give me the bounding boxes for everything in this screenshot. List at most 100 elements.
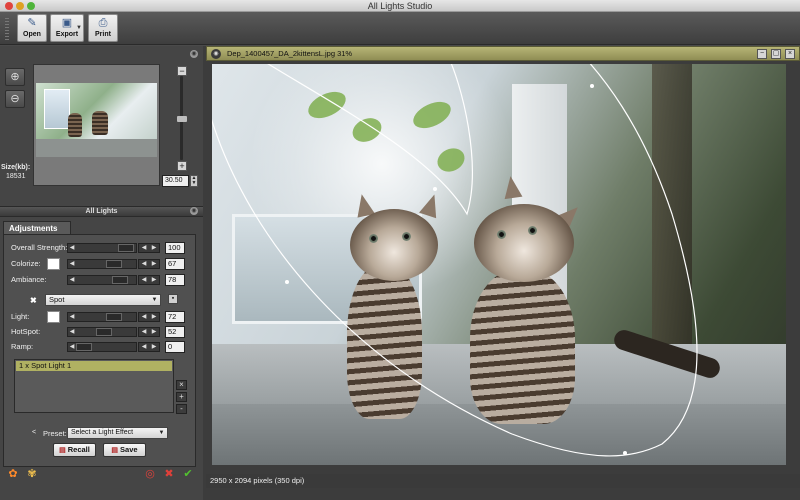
colorize-label: Colorize: bbox=[11, 259, 41, 268]
open-button[interactable]: ✎ Open bbox=[17, 14, 47, 42]
zoom-slider[interactable] bbox=[177, 64, 187, 174]
cancel-icon[interactable]: ✖ bbox=[162, 467, 176, 481]
overall-strength-stepper[interactable]: ◀ ▶ bbox=[138, 243, 160, 253]
export-button[interactable]: ▣ Export ▼ bbox=[50, 14, 84, 42]
minimize-doc-button[interactable]: − bbox=[757, 49, 767, 59]
light-label: Light: bbox=[11, 312, 30, 321]
hotspot-stepper[interactable]: ◀ ▶ bbox=[138, 327, 160, 337]
slider-thumb[interactable] bbox=[112, 276, 128, 284]
toolbar-grip bbox=[5, 18, 9, 40]
save-button[interactable]: ▤ Save bbox=[103, 443, 146, 457]
preset-label: Preset: bbox=[43, 429, 67, 438]
light-stepper[interactable]: ◀ ▶ bbox=[138, 312, 160, 322]
curve-handle[interactable] bbox=[285, 280, 289, 284]
chevron-right-icon[interactable]: ▶ bbox=[149, 260, 159, 268]
chevron-left-icon[interactable]: ◀ bbox=[139, 260, 149, 268]
reset-icon[interactable]: ◎ bbox=[143, 467, 157, 481]
remove-light-icon[interactable]: ✖ bbox=[30, 296, 37, 305]
list-item[interactable]: 1 x Spot Light 1 bbox=[16, 361, 172, 371]
chevron-right-icon[interactable]: ▶ bbox=[149, 276, 159, 284]
navigator-thumbnail[interactable] bbox=[33, 64, 160, 186]
tab-adjustments[interactable]: Adjustments bbox=[3, 221, 71, 235]
print-label: Print bbox=[95, 31, 111, 38]
chevron-right-icon[interactable]: ▶ bbox=[149, 343, 159, 351]
zoom-out-button[interactable]: ⊖ bbox=[5, 90, 25, 108]
remove-light-button[interactable]: - bbox=[176, 404, 187, 414]
open-label: Open bbox=[23, 31, 41, 38]
image-panel: ◉ Dep_1400457_DA_2kittensL.jpg 31% − ▢ × bbox=[203, 46, 800, 500]
chevron-left-icon[interactable]: ◀ bbox=[139, 313, 149, 321]
document-header: ◉ Dep_1400457_DA_2kittensL.jpg 31% − ▢ × bbox=[206, 46, 800, 61]
slider-thumb[interactable] bbox=[76, 343, 92, 351]
lights-list[interactable]: 1 x Spot Light 1 bbox=[14, 359, 174, 413]
chevron-left-icon[interactable]: ◀ bbox=[139, 343, 149, 351]
toolbar: ✎ Open ▣ Export ▼ ⎙ Print bbox=[0, 12, 800, 45]
slider-thumb[interactable] bbox=[118, 244, 134, 252]
chevron-left-icon[interactable]: ◀ bbox=[139, 276, 149, 284]
delete-light-button[interactable]: × bbox=[176, 380, 187, 390]
spotlight-overlay[interactable] bbox=[212, 64, 786, 465]
light-type-select[interactable]: Spot ▼ bbox=[45, 294, 161, 306]
slider-thumb[interactable] bbox=[96, 328, 112, 336]
ramp-value[interactable]: 0 bbox=[165, 341, 185, 353]
light-color-swatch[interactable] bbox=[47, 311, 60, 323]
chevron-right-icon[interactable]: ▶ bbox=[149, 313, 159, 321]
zoom-value-field[interactable]: 30.50 bbox=[162, 175, 189, 187]
overall-strength-value[interactable]: 100 bbox=[165, 242, 185, 254]
curve-handle[interactable] bbox=[433, 187, 437, 191]
panel-options-icon[interactable]: ◉ bbox=[190, 50, 198, 58]
size-label: Size(kb): bbox=[1, 164, 31, 171]
slider-thumb[interactable] bbox=[106, 313, 122, 321]
chevron-left-icon[interactable]: ◀ bbox=[139, 244, 149, 252]
overall-strength-label: Overall Strength: bbox=[11, 243, 68, 252]
recall-icon: ▤ bbox=[59, 447, 66, 454]
zoom-plus-button[interactable]: + bbox=[177, 161, 187, 171]
hotspot-row: HotSpot: ◀ ◀ ▶ 52 bbox=[4, 326, 197, 338]
flower-icon[interactable]: ✿ bbox=[6, 467, 20, 481]
ambiance-value[interactable]: 78 bbox=[165, 274, 185, 286]
light-settings-icon[interactable]: ▪ bbox=[168, 294, 178, 304]
chevron-left-icon[interactable]: ◀ bbox=[139, 328, 149, 336]
light-row: Light: ◀ ◀ ▶ 72 bbox=[4, 311, 197, 323]
colorize-slider[interactable]: ◀ bbox=[67, 259, 137, 269]
zoom-in-button[interactable]: ⊕ bbox=[5, 68, 25, 86]
print-button[interactable]: ⎙ Print bbox=[88, 14, 118, 42]
apply-icon[interactable]: ✔ bbox=[181, 467, 195, 481]
colorize-swatch[interactable] bbox=[47, 258, 60, 270]
ambiance-stepper[interactable]: ◀ ▶ bbox=[138, 275, 160, 285]
restore-doc-button[interactable]: ▢ bbox=[771, 49, 781, 59]
section-options-icon[interactable]: ◉ bbox=[190, 207, 198, 215]
curve-handle[interactable] bbox=[623, 451, 627, 455]
add-light-button[interactable]: + bbox=[176, 392, 187, 402]
curve-handle[interactable] bbox=[590, 84, 594, 88]
ramp-stepper[interactable]: ◀ ▶ bbox=[138, 342, 160, 352]
preset-select[interactable]: Select a Light Effect ▼ bbox=[67, 427, 168, 439]
overall-strength-slider[interactable]: ◀ bbox=[67, 243, 137, 253]
flower-multi-icon[interactable]: ✾ bbox=[25, 467, 39, 481]
thumbnail-image bbox=[36, 83, 157, 157]
chevron-right-icon[interactable]: ▶ bbox=[149, 244, 159, 252]
zoom-stepper[interactable]: ▲ ▼ bbox=[190, 175, 198, 187]
overall-strength-row: Overall Strength: ◀ ◀ ▶ 100 bbox=[4, 242, 197, 254]
hotspot-slider[interactable]: ◀ bbox=[67, 327, 137, 337]
colorize-row: Colorize: ◀ ◀ ▶ 67 bbox=[4, 258, 197, 270]
recall-button[interactable]: ▤ Recall bbox=[53, 443, 96, 457]
ambiance-slider[interactable]: ◀ bbox=[67, 275, 137, 285]
close-doc-button[interactable]: × bbox=[785, 49, 795, 59]
slider-thumb[interactable] bbox=[106, 260, 122, 268]
hotspot-value[interactable]: 52 bbox=[165, 326, 185, 338]
export-icon: ▣ bbox=[61, 17, 73, 29]
chevron-right-icon[interactable]: ▶ bbox=[149, 328, 159, 336]
hotspot-label: HotSpot: bbox=[11, 327, 41, 336]
ramp-slider[interactable]: ◀ bbox=[67, 342, 137, 352]
colorize-stepper[interactable]: ◀ ▶ bbox=[138, 259, 160, 269]
light-boundary-curve[interactable] bbox=[212, 64, 698, 457]
ramp-row: Ramp: ◀ ◀ ▶ 0 bbox=[4, 341, 197, 353]
zoom-slider-knob[interactable] bbox=[177, 116, 187, 122]
light-slider[interactable]: ◀ bbox=[67, 312, 137, 322]
light-value[interactable]: 72 bbox=[165, 311, 185, 323]
window-title: All Lights Studio bbox=[367, 1, 433, 11]
image-canvas[interactable] bbox=[212, 64, 786, 465]
hotspot-curve[interactable] bbox=[252, 64, 473, 216]
colorize-value[interactable]: 67 bbox=[165, 258, 185, 270]
